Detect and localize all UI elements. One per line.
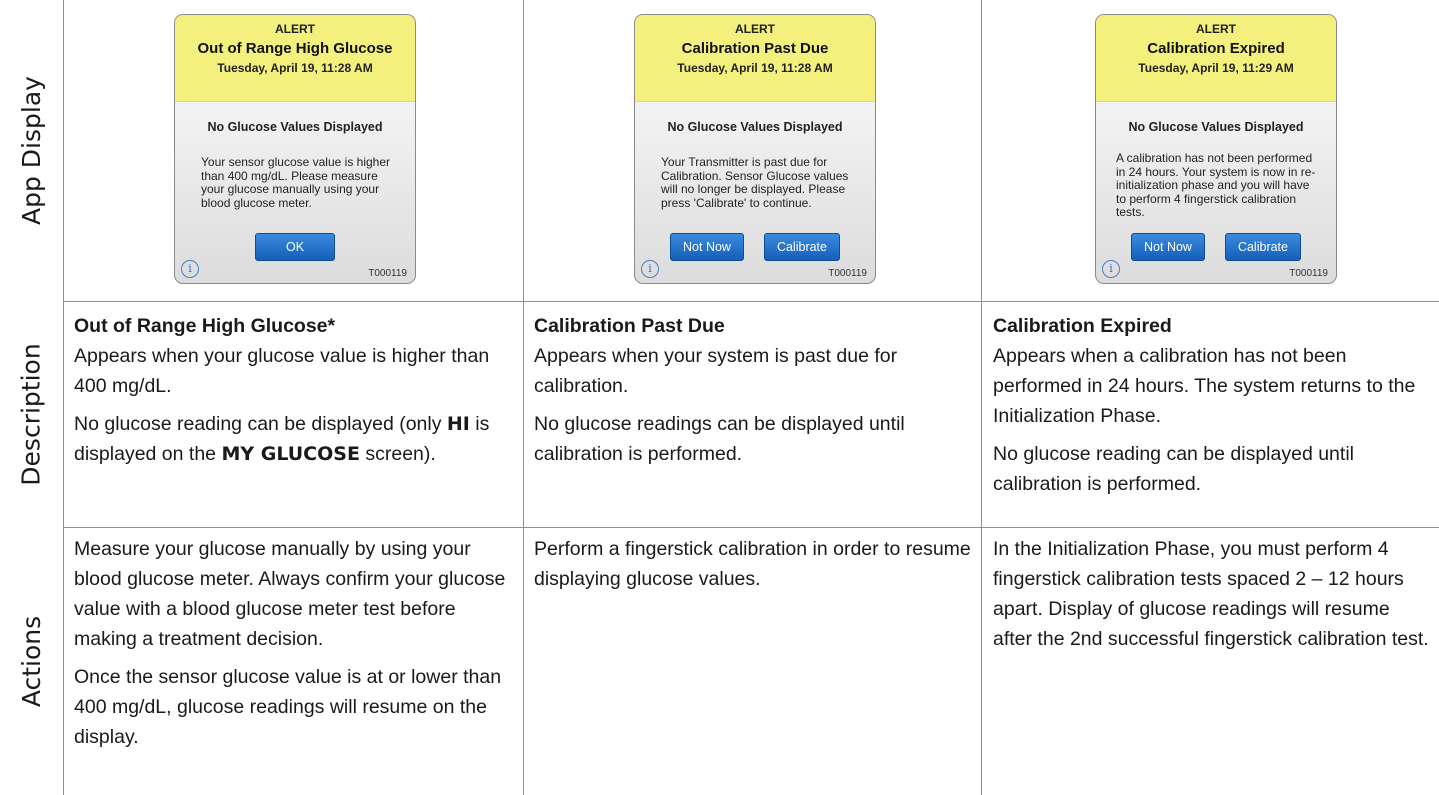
row-label-app-display-text: App Display: [17, 76, 47, 225]
row-label-description-text: Description: [17, 343, 47, 486]
image-code: T000119: [368, 268, 407, 279]
actions-cell-2: Perform a fingerstick calibration in ord…: [534, 534, 974, 594]
info-icon[interactable]: i: [1102, 260, 1120, 278]
alert-title: Calibration Past Due: [681, 40, 829, 57]
app-display-cell-3: ALERT Calibration Expired Tuesday, April…: [982, 0, 1439, 301]
app-display-cell-1: ALERT Out of Range High Glucose Tuesday,…: [64, 0, 523, 301]
alert-buttons: OK: [175, 233, 415, 261]
not-now-button[interactable]: Not Now: [1131, 233, 1205, 261]
description-paragraph-hi: No glucose reading can be displayed (onl…: [74, 409, 514, 469]
description-heading: Calibration Expired: [993, 315, 1172, 337]
no-values-text: No Glucose Values Displayed: [207, 120, 383, 134]
row-divider-1: [63, 301, 1439, 302]
row-label-description: Description: [0, 302, 63, 527]
description-cell-3: Calibration Expired Appears when a calib…: [993, 311, 1433, 499]
row-divider-2: [63, 527, 1439, 528]
description-paragraph: Appears when a calibration has not been …: [993, 345, 1416, 427]
ok-button[interactable]: OK: [254, 233, 336, 261]
description-heading: Out of Range High Glucose*: [74, 315, 336, 337]
no-values-text: No Glucose Values Displayed: [1128, 120, 1304, 134]
calibrate-button[interactable]: Calibrate: [1224, 233, 1301, 261]
description-cell-2: Calibration Past Due Appears when your s…: [534, 311, 974, 469]
alert-buttons: Not Now Calibrate: [1096, 233, 1336, 261]
row-label-actions: Actions: [0, 528, 63, 795]
description-cell-1: Out of Range High Glucose* Appears when …: [74, 311, 514, 469]
description-text: screen).: [359, 443, 436, 465]
description-text: No glucose reading can be displayed (onl…: [74, 413, 447, 435]
hi-label: HI: [446, 413, 470, 435]
alert-screen-high-glucose: ALERT Out of Range High Glucose Tuesday,…: [174, 14, 416, 284]
alert-date: Tuesday, April 19, 11:28 AM: [677, 61, 833, 75]
info-icon[interactable]: i: [181, 260, 199, 278]
app-display-cell-2: ALERT Calibration Past Due Tuesday, Apri…: [524, 0, 981, 301]
description-paragraph: No glucose reading can be displayed unti…: [993, 443, 1354, 495]
alert-label: ALERT: [1196, 22, 1236, 36]
alert-date: Tuesday, April 19, 11:29 AM: [1138, 61, 1294, 75]
description-heading: Calibration Past Due: [534, 315, 725, 337]
alert-buttons: Not Now Calibrate: [635, 233, 875, 261]
alert-screen-calibration-past-due: ALERT Calibration Past Due Tuesday, Apri…: [634, 14, 876, 284]
alert-message: Your Transmitter is past due for Calibra…: [661, 155, 849, 210]
alert-title: Out of Range High Glucose: [197, 40, 393, 57]
my-glucose-screen-label: MY GLUCOSE: [221, 443, 360, 465]
actions-cell-1: Measure your glucose manually by using y…: [74, 534, 514, 752]
alert-banner: ALERT Out of Range High Glucose Tuesday,…: [175, 15, 415, 102]
no-values-text: No Glucose Values Displayed: [667, 120, 843, 134]
description-paragraph: Appears when your glucose value is highe…: [74, 345, 490, 397]
alert-title: Calibration Expired: [1147, 40, 1285, 57]
alert-message: A calibration has not been performed in …: [1116, 151, 1316, 219]
actions-paragraph: In the Initialization Phase, you must pe…: [993, 538, 1429, 650]
alert-screen-calibration-expired: ALERT Calibration Expired Tuesday, April…: [1095, 14, 1337, 284]
actions-paragraph: Perform a fingerstick calibration in ord…: [534, 538, 971, 590]
actions-paragraph: Once the sensor glucose value is at or l…: [74, 666, 502, 748]
alert-banner: ALERT Calibration Past Due Tuesday, Apri…: [635, 15, 875, 102]
alert-date: Tuesday, April 19, 11:28 AM: [217, 61, 373, 75]
description-paragraph: No glucose readings can be displayed unt…: [534, 413, 905, 465]
image-code: T000119: [1289, 268, 1328, 279]
actions-cell-3: In the Initialization Phase, you must pe…: [993, 534, 1433, 654]
info-icon[interactable]: i: [641, 260, 659, 278]
alert-message: Your sensor glucose value is higher than…: [201, 155, 391, 210]
row-label-actions-text: Actions: [17, 615, 47, 708]
alert-label: ALERT: [735, 22, 775, 36]
actions-paragraph: Measure your glucose manually by using y…: [74, 538, 506, 650]
alert-banner: ALERT Calibration Expired Tuesday, April…: [1096, 15, 1336, 102]
image-code: T000119: [828, 268, 867, 279]
alert-label: ALERT: [275, 22, 315, 36]
row-label-app-display: App Display: [0, 0, 63, 301]
calibrate-button[interactable]: Calibrate: [763, 233, 840, 261]
not-now-button[interactable]: Not Now: [670, 233, 744, 261]
description-paragraph: Appears when your system is past due for…: [534, 345, 898, 397]
